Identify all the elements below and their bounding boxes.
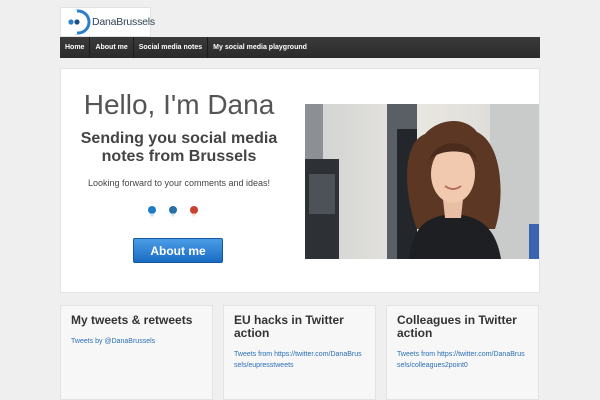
card-my-tweets: My tweets & retweets Tweets by @DanaBrus… bbox=[60, 305, 213, 400]
twitter-icon[interactable] bbox=[148, 206, 156, 217]
card-colleagues: Colleagues in Twitter action Tweets from… bbox=[386, 305, 539, 400]
tweets-link[interactable]: Tweets from https://twitter.com/DanaBrus… bbox=[234, 349, 365, 371]
hero-title: Hello, I'm Dana bbox=[83, 89, 275, 120]
tweets-link[interactable]: Tweets by @DanaBrussels bbox=[71, 336, 202, 347]
hero-panel: Hello, I'm Dana Sending you social media… bbox=[60, 68, 540, 293]
hero-text: Looking forward to your comments and ide… bbox=[87, 178, 271, 188]
profile-photo bbox=[305, 104, 539, 259]
card-title: My tweets & retweets bbox=[71, 313, 193, 327]
tweets-link[interactable]: Tweets from https://twitter.com/DanaBrus… bbox=[397, 349, 528, 371]
card-eu-hacks: EU hacks in Twitter action Tweets from h… bbox=[223, 305, 376, 400]
logo-icon bbox=[63, 8, 91, 36]
card-title: Colleagues in Twitter action bbox=[397, 313, 517, 340]
main-nav: Home About me Social media notes My soci… bbox=[60, 37, 540, 58]
about-me-button[interactable]: About me bbox=[133, 238, 223, 263]
nav-item-about-me[interactable]: About me bbox=[90, 37, 134, 58]
hero-subtitle: Sending you social media notes from Brus… bbox=[80, 130, 278, 165]
google-plus-icon[interactable] bbox=[190, 206, 198, 217]
nav-item-home[interactable]: Home bbox=[60, 37, 91, 58]
nav-item-social-media-playground[interactable]: My social media playground bbox=[208, 37, 312, 58]
site-logo[interactable]: DanaBrussels bbox=[60, 7, 155, 37]
logo-text: DanaBrussels bbox=[92, 16, 155, 28]
linkedin-icon[interactable] bbox=[169, 206, 177, 217]
nav-item-social-media-notes[interactable]: Social media notes bbox=[134, 37, 209, 58]
card-title: EU hacks in Twitter action bbox=[234, 313, 344, 340]
